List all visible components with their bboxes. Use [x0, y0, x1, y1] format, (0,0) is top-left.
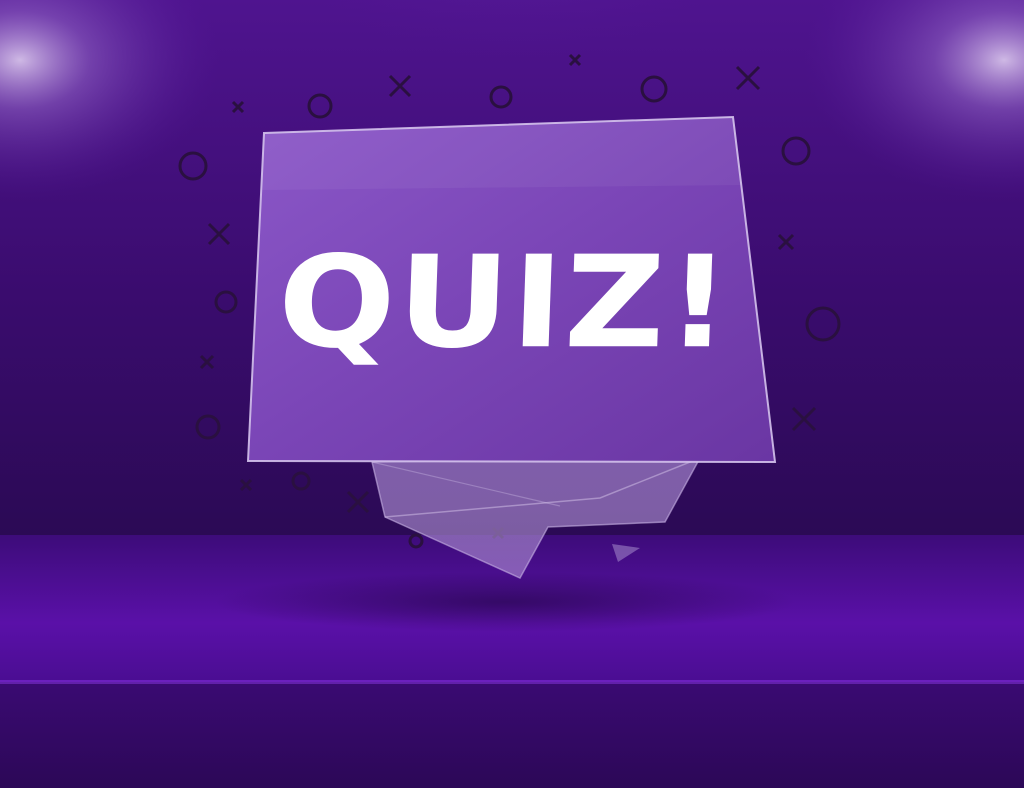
stage-scene	[0, 0, 1024, 788]
stage-base	[0, 684, 1024, 788]
bubble-shadow	[215, 572, 795, 632]
quiz-banner: QUIZ!	[0, 0, 1024, 788]
floor-edge-line	[0, 680, 1024, 684]
quiz-headline: QUIZ!	[275, 228, 735, 377]
